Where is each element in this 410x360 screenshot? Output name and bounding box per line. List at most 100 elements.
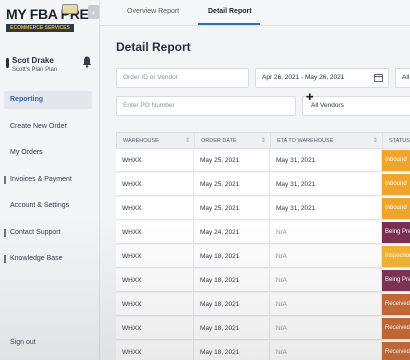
app-window: MY FBA PREP ECOMMERCE SERVICES ‹ Scot Dr… (0, 0, 410, 360)
status-badge: Being Prepped (382, 270, 410, 291)
cell-eta: N/A (270, 269, 382, 292)
status-badge: Received (382, 318, 410, 339)
cell-warehouse: WHXX (116, 149, 194, 172)
sidebar-item-my-orders[interactable]: My Orders (4, 144, 92, 162)
table-row[interactable]: WHXX May 18, 2021 N/A Received (116, 317, 410, 340)
po-number-input[interactable]: Enter PO Number (116, 96, 296, 116)
table-row[interactable]: WHXXMay 24, 2021N/ABeing Prepped (116, 221, 410, 244)
user-indicator (6, 58, 9, 68)
cell-eta: May 31, 2021 (270, 173, 382, 196)
sidebar-item-label: Create New Order (10, 123, 67, 130)
user-name: Scot Drake (12, 56, 54, 65)
nav-marker (4, 229, 6, 237)
tab-overview-report[interactable]: Overview Report (127, 8, 179, 15)
status-badge: Received (382, 294, 410, 315)
sidebar-item-contact-support[interactable]: Contact Support (4, 224, 92, 242)
column-header-label: ORDER DATE (201, 138, 237, 144)
table-row[interactable]: WHXX May 18, 2021 N/A Received (116, 293, 410, 316)
sort-icon[interactable]: ⇕ (185, 133, 190, 150)
sidebar-item-label: Reporting (10, 96, 44, 103)
table-row[interactable]: WHXX May 18, 2021 N/A Received (116, 341, 410, 360)
nav-marker (4, 176, 6, 184)
main-content: Overview Report Detail Report Detail Rep… (100, 0, 410, 360)
sort-icon[interactable]: ⇕ (373, 133, 378, 150)
column-header-eta[interactable]: ETA TO WAREHOUSE ⇕ (271, 133, 383, 150)
cell-order-date: May 25, 2021 (194, 197, 270, 220)
tab-detail-report[interactable]: Detail Report (208, 8, 252, 15)
sidebar-item-account-settings[interactable]: Account & Settings (4, 197, 92, 215)
column-header-label: STATUS (389, 138, 410, 144)
vendor-select-value: All Vendors (311, 102, 344, 109)
cell-warehouse: WHXX (116, 341, 194, 360)
cell-warehouse: WHXX (116, 245, 194, 268)
collapse-sidebar-button[interactable]: ‹ (88, 5, 99, 19)
sort-icon[interactable]: ⇕ (261, 133, 266, 150)
report-tabs: Overview Report Detail Report (100, 0, 410, 26)
cell-eta: N/A (270, 317, 382, 340)
sidebar-item-knowledge-base[interactable]: Knowledge Base (4, 250, 92, 268)
sign-out-link[interactable]: Sign out (4, 334, 92, 352)
sidebar-item-label: Contact Support (10, 229, 61, 236)
cell-eta: N/A (270, 293, 382, 316)
po-number-placeholder: Enter PO Number (123, 102, 175, 109)
cell-warehouse: WHXX (116, 221, 194, 244)
table-row[interactable]: WHXXMay 18, 2021N/ABeing Prepped (116, 269, 410, 292)
cell-warehouse: WHXX (116, 197, 194, 220)
filter-dropdown[interactable]: All (395, 68, 410, 88)
active-tab-indicator (198, 23, 260, 25)
cell-order-date: May 18, 2021 (194, 269, 270, 292)
status-badge: Inbound (382, 174, 410, 195)
table-row[interactable]: WHXX May 25, 2021 May 31, 2021 Inbound (116, 173, 410, 196)
brand-logo[interactable]: MY FBA PREP ECOMMERCE SERVICES (6, 4, 98, 32)
nav-marker (4, 255, 6, 263)
page-title: Detail Report (116, 40, 191, 54)
table-row[interactable]: WHXX May 18, 2021 N/A Inspection (116, 245, 410, 268)
cell-order-date: May 24, 2021 (194, 221, 270, 244)
cell-order-date: May 18, 2021 (194, 317, 270, 340)
status-badge: Inbound (382, 150, 410, 171)
column-header-warehouse[interactable]: WAREHOUSE ⇕ (117, 133, 195, 150)
sidebar-item-label: Invoices & Payment (10, 176, 72, 183)
cell-warehouse: WHXX (116, 173, 194, 196)
calendar-icon (374, 74, 383, 82)
column-header-label: ETA TO WAREHOUSE (277, 138, 334, 144)
status-badge: Inspection (382, 246, 410, 267)
sidebar-item-create-new-order[interactable]: Create New Order (4, 118, 92, 136)
status-badge: Inbound (382, 198, 410, 219)
column-header-order-date[interactable]: ORDER DATE ⇕ (195, 133, 271, 150)
order-search-input[interactable]: Order ID or Vendor (116, 68, 249, 88)
sidebar-item-label: My Orders (10, 149, 43, 156)
cell-eta: N/A (270, 341, 382, 360)
cell-eta: N/A (270, 221, 382, 244)
date-range-picker[interactable]: Apr 26, 2021 - May 26, 2021 (255, 68, 389, 88)
table-header: WAREHOUSE ⇕ ORDER DATE ⇕ ETA TO WAREHOUS… (116, 132, 410, 150)
status-badge: Received (382, 342, 410, 360)
cell-warehouse: WHXX (116, 293, 194, 316)
bell-icon[interactable] (82, 56, 92, 68)
sidebar-item-invoices-payment[interactable]: Invoices & Payment (4, 171, 92, 189)
user-plan: Scott's Plan Plan (12, 67, 58, 73)
cell-order-date: May 25, 2021 (194, 173, 270, 196)
column-header-status[interactable]: STATUS (383, 133, 410, 150)
cell-warehouse: WHXX (116, 317, 194, 340)
logo-subtitle: ECOMMERCE SERVICES (6, 24, 74, 32)
sidebar-item-label: Account & Settings (10, 202, 70, 209)
table-row[interactable]: WHXX May 25, 2021 May 31, 2021 Inbound (116, 149, 410, 172)
column-header-label: WAREHOUSE (123, 138, 159, 144)
filter-dropdown-value: All (402, 74, 410, 81)
cell-warehouse: WHXX (116, 269, 194, 292)
cell-eta: May 31, 2021 (270, 197, 382, 220)
status-badge: Being Prepped (382, 222, 410, 243)
sidebar-item-reporting[interactable]: Reporting (4, 91, 92, 109)
user-profile[interactable]: Scot Drake Scott's Plan Plan (6, 56, 96, 80)
cursor-icon: ✚ (306, 92, 314, 102)
date-range-value: Apr 26, 2021 - May 26, 2021 (262, 74, 345, 81)
table-row[interactable]: WHXX May 25, 2021 May 31, 2021 Inbound (116, 197, 410, 220)
order-search-placeholder: Order ID or Vendor (123, 74, 178, 81)
vendor-select[interactable]: All Vendors (302, 96, 410, 116)
sidebar: MY FBA PREP ECOMMERCE SERVICES ‹ Scot Dr… (0, 0, 100, 360)
cell-order-date: May 18, 2021 (194, 245, 270, 268)
cell-order-date: May 18, 2021 (194, 293, 270, 316)
sidebar-item-label: Knowledge Base (10, 255, 63, 262)
box-icon (62, 4, 78, 14)
